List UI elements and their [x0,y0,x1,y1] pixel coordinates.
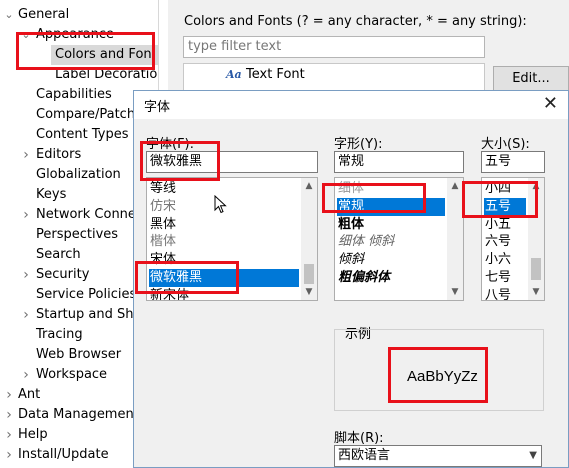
filter-input[interactable]: type filter text [183,36,485,58]
size-label: 大小(S): [481,137,530,152]
dialog-titlebar: 字体 ✕ [134,91,568,119]
tree-item-label: Editors [36,147,82,162]
tree-item-label: Startup and Shut [36,307,147,322]
scroll-up-icon[interactable]: ▲ [301,178,317,194]
chevron-right-icon[interactable]: › [3,385,15,405]
tree-item[interactable]: ⌄ General [0,5,158,25]
chevron-right-icon[interactable]: › [20,365,32,385]
list-item[interactable]: 楷体 [149,233,299,251]
tree-item-label: Data Management [18,407,139,422]
list-item[interactable]: 粗偏斜体 [337,269,445,287]
list-item[interactable]: 粗体 [337,216,445,234]
style-label: 字形(Y): [334,137,383,152]
highlight-box-font-input [140,141,220,181]
close-icon[interactable]: ✕ [543,93,558,114]
scroll-up-icon[interactable]: ▲ [447,178,463,194]
font-size-input[interactable]: 五号 [481,151,545,173]
chevron-down-icon: ▼ [529,450,537,461]
tree-item-label: Help [18,427,48,442]
font-style-input[interactable]: 常规 [334,151,464,173]
tree-item-label: Web Browser [36,347,122,362]
scroll-thumb[interactable] [304,264,314,284]
list-item[interactable]: 小六 [484,251,526,269]
dialog-title: 字体 [144,100,171,115]
highlight-box-sample [388,347,488,403]
tree-item-label: Compare/Patch [36,107,136,122]
scroll-down-icon[interactable]: ▼ [301,284,317,300]
scroll-thumb[interactable] [531,258,541,280]
mouse-pointer-icon [214,195,227,214]
style-list-scrollbar[interactable]: ▲ ▼ [447,178,463,300]
list-item[interactable]: 细体 倾斜 [337,233,445,251]
tree-item-label: Capabilities [36,87,112,102]
list-item[interactable]: 八号 [484,287,526,300]
list-item-text-font[interactable]: Text Font [246,67,305,82]
font-icon: Aa [226,68,242,81]
tree-item-label: Keys [36,187,67,202]
scroll-down-icon[interactable]: ▼ [528,284,544,300]
list-item[interactable]: 七号 [484,269,526,287]
tree-item-label: General [18,7,70,22]
chevron-right-icon[interactable]: › [20,145,32,165]
tree-item-label: Tracing [36,327,83,342]
list-item[interactable]: 六号 [484,233,526,251]
script-select[interactable]: 西欧语言 ▼ [334,445,542,467]
chevron-right-icon[interactable]: › [20,305,32,325]
chevron-down-icon[interactable]: ⌄ [3,5,15,25]
tree-item-label: Workspace [36,367,108,382]
page-title: Colors and Fonts (? = any character, * =… [184,14,527,29]
tree-item-label: Perspectives [36,227,119,242]
list-item[interactable]: 倾斜 [337,251,445,269]
tree-item-label: Security [36,267,90,282]
chevron-right-icon[interactable]: › [20,205,32,225]
chevron-right-icon[interactable]: › [3,445,15,465]
script-value: 西欧语言 [338,448,391,463]
chevron-right-icon[interactable]: › [20,265,32,285]
scroll-down-icon[interactable]: ▼ [447,284,463,300]
chevron-right-icon[interactable]: › [3,425,15,445]
highlight-box-style-selected [322,183,426,213]
tree-item-label: Content Types [36,127,129,142]
tree-item-label: Install/Update [18,447,109,462]
font-list-scrollbar[interactable]: ▲ ▼ [301,178,317,300]
edit-button[interactable]: Edit... [493,66,569,92]
tree-item-label: Ant [18,387,41,402]
tree-item-label: Network Connec [36,207,144,222]
tree-item-label: Globalization [36,167,121,182]
list-item[interactable]: 小五 [484,216,526,234]
highlight-box-colors-and-fonts [16,32,155,70]
script-label: 脚本(R): [334,431,384,446]
highlight-box-size-selected [462,181,538,218]
tree-item-label: Search [36,247,81,262]
list-item[interactable]: 黑体 [149,216,299,234]
highlight-box-font-selected [135,261,239,294]
tree-item-label: Service Policies [36,287,137,302]
chevron-right-icon[interactable]: › [3,405,15,425]
